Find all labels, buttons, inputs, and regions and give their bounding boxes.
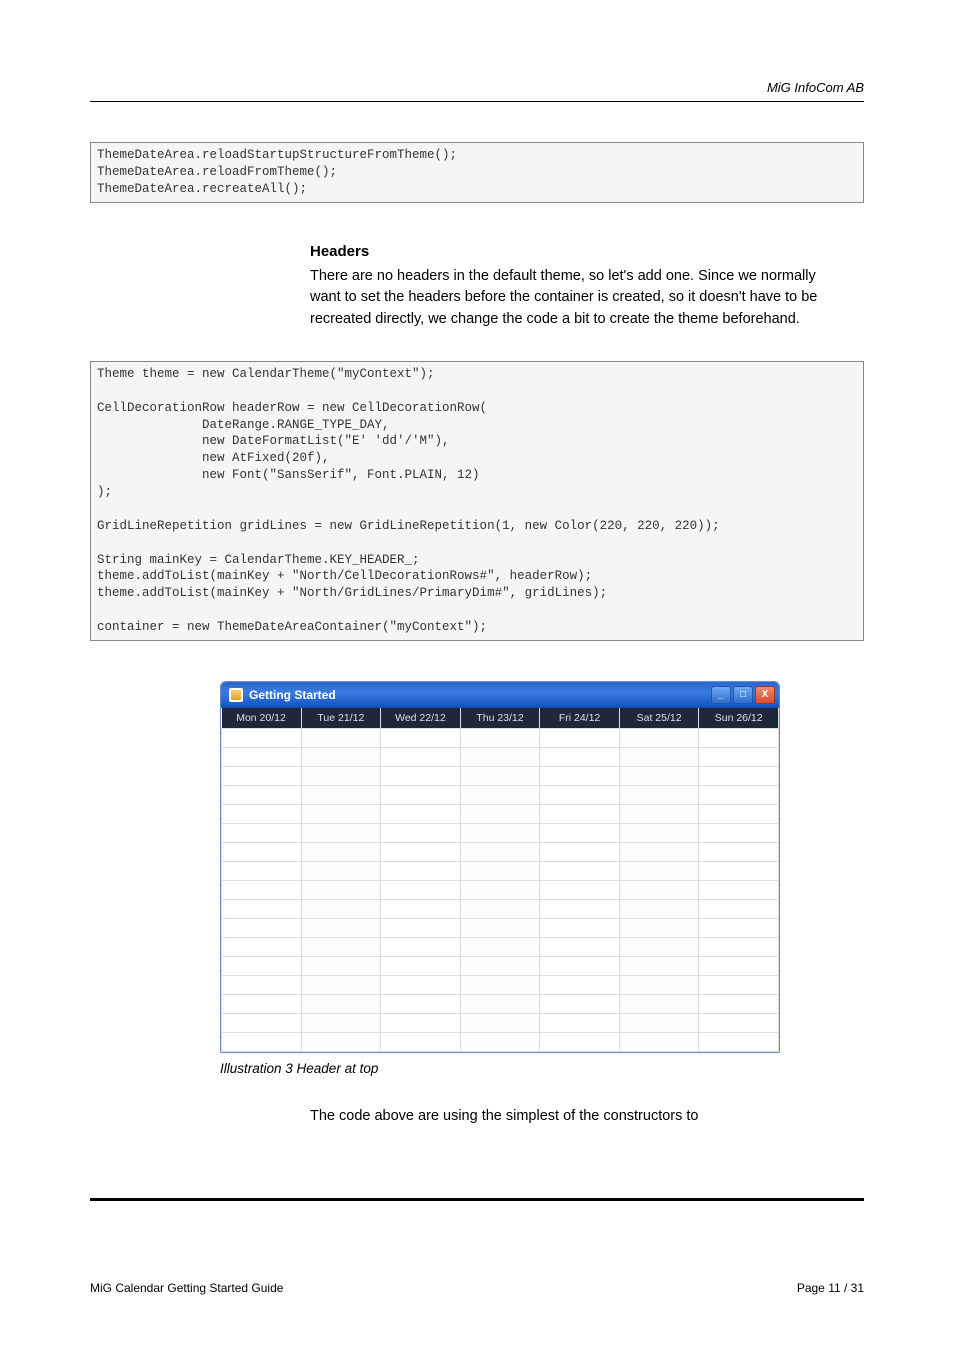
footer-right: Page 11 / 31 (797, 1281, 864, 1295)
calendar-grid: Mon 20/12 Tue 21/12 Wed 22/12 Thu 23/12 … (221, 708, 779, 1052)
footer-left: MiG Calendar Getting Started Guide (90, 1281, 283, 1295)
trailing-paragraph: The code above are using the simplest of… (310, 1106, 834, 1128)
day-header: Sun 26/12 (699, 708, 779, 729)
day-header: Sat 25/12 (619, 708, 699, 729)
code-block-1: ThemeDateArea.reloadStartupStructureFrom… (90, 142, 864, 203)
section-paragraph: There are no headers in the default them… (310, 266, 834, 331)
day-header: Fri 24/12 (540, 708, 620, 729)
footer-rule (90, 1198, 864, 1201)
day-header: Tue 21/12 (301, 708, 381, 729)
close-button[interactable]: X (755, 686, 775, 704)
app-icon (229, 688, 243, 702)
app-window-screenshot: Getting Started _ □ X Mon 20/12 Tue 21/1… (220, 681, 780, 1053)
maximize-button[interactable]: □ (733, 686, 753, 704)
day-header: Thu 23/12 (460, 708, 540, 729)
minimize-button[interactable]: _ (711, 686, 731, 704)
code-block-2: Theme theme = new CalendarTheme("myConte… (90, 361, 864, 641)
figure-caption: Illustration 3 Header at top (220, 1061, 834, 1076)
titlebar: Getting Started _ □ X (221, 682, 779, 708)
window-title: Getting Started (249, 688, 336, 702)
header-rule (90, 101, 864, 102)
section-heading: Headers (310, 243, 834, 260)
calendar-body (222, 728, 779, 1051)
company-header: MiG InfoCom AB (90, 80, 864, 95)
day-header: Mon 20/12 (222, 708, 302, 729)
day-header: Wed 22/12 (381, 708, 461, 729)
